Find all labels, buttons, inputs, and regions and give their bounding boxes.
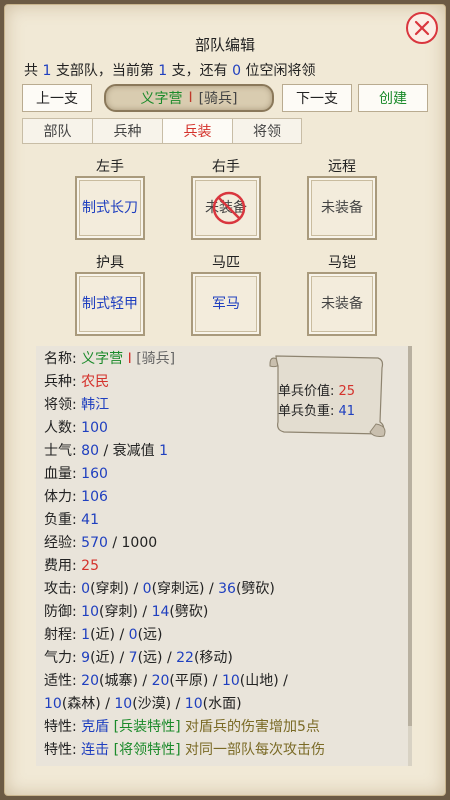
stat-load: 负重: 41 (44, 512, 99, 528)
slot-armor[interactable]: 制式轻甲 (75, 272, 145, 336)
slot-label-horse: 马匹 (212, 255, 240, 271)
tab-bar: 部队 兵种 兵装 将领 (22, 118, 302, 144)
stat-name: 名称: 义字营 I [骑兵] (44, 351, 176, 367)
tab-unit[interactable]: 部队 (22, 118, 92, 144)
slot-label-barding: 马铠 (328, 255, 356, 271)
slot-label-left-hand: 左手 (96, 159, 124, 175)
stat-attack: 攻击: 0(穿刺) / 0(穿刺远) / 36(劈砍) (44, 581, 275, 597)
stat-trait-2: 特性: 连击 [将领特性] 对同一部队每次攻击伤 (44, 742, 326, 758)
stat-cost: 费用: 25 (44, 558, 99, 574)
stats-scrollbar-thumb[interactable] (408, 346, 412, 726)
unit-value-note: 单兵价值: 25 单兵负重: 41 (266, 352, 390, 440)
unit-summary: 共 1 支部队，当前第 1 支，还有 0 位空闲将领 (24, 63, 316, 79)
stat-hp: 血量: 160 (44, 466, 108, 482)
next-unit-button[interactable]: 下一支 (282, 84, 352, 112)
note-unit-value: 单兵价值: 25 (278, 384, 356, 399)
stat-defense: 防御: 10(穿刺) / 14(劈砍) (44, 604, 209, 620)
stat-general: 将领: 韩江 (44, 397, 110, 413)
stat-count: 人数: 100 (44, 420, 108, 436)
slot-armor-value: 制式轻甲 (82, 296, 138, 312)
stat-trait-1: 特性: 克盾 [兵装特性] 对盾兵的伤害增加5点 (44, 719, 320, 735)
prev-unit-button[interactable]: 上一支 (22, 84, 92, 112)
tab-general[interactable]: 将领 (232, 118, 302, 144)
note-unit-load: 单兵负重: 41 (278, 404, 356, 419)
slot-barding-value: 未装备 (321, 296, 363, 312)
slot-label-ranged: 远程 (328, 159, 356, 175)
page-title: 部队编辑 (194, 36, 255, 54)
unit-type: [骑兵] (198, 91, 238, 107)
stat-soldier-type: 兵种: 农民 (44, 374, 110, 390)
slot-left-hand-value: 制式长刀 (82, 200, 138, 216)
slot-horse-value: 军马 (212, 296, 240, 312)
stat-range: 射程: 1(近) / 0(远) (44, 627, 163, 643)
forbidden-icon (212, 191, 246, 225)
slot-label-right-hand: 右手 (212, 159, 240, 175)
tab-soldier-type[interactable]: 兵种 (92, 118, 162, 144)
stat-stamina: 体力: 106 (44, 489, 108, 505)
slot-right-hand[interactable]: 未装备 (191, 176, 261, 240)
unit-level: I (188, 90, 193, 106)
slot-horse[interactable]: 军马 (191, 272, 261, 336)
slot-ranged[interactable]: 未装备 (307, 176, 377, 240)
stat-adaptability: 适性: 20(城寨) / 20(平原) / 10(山地) / (44, 673, 288, 689)
current-unit-plate: 义字营 I [骑兵] (104, 84, 274, 112)
slot-barding[interactable]: 未装备 (307, 272, 377, 336)
slot-left-hand[interactable]: 制式长刀 (75, 176, 145, 240)
create-unit-button[interactable]: 创建 (358, 84, 428, 112)
slot-ranged-value: 未装备 (321, 200, 363, 216)
stat-adaptability-cont: 10(森林) / 10(沙漠) / 10(水面) (44, 696, 242, 712)
slot-label-armor: 护具 (96, 255, 124, 271)
unit-name: 义字营 (140, 91, 183, 107)
stats-scrollbar[interactable] (408, 346, 412, 766)
stat-exp: 经验: 570 / 1000 (44, 535, 158, 551)
tab-equipment[interactable]: 兵装 (162, 118, 232, 144)
stat-morale: 士气: 80 / 衰减值 1 (44, 443, 168, 459)
stat-qi: 气力: 9(近) / 7(远) / 22(移动) (44, 650, 233, 666)
